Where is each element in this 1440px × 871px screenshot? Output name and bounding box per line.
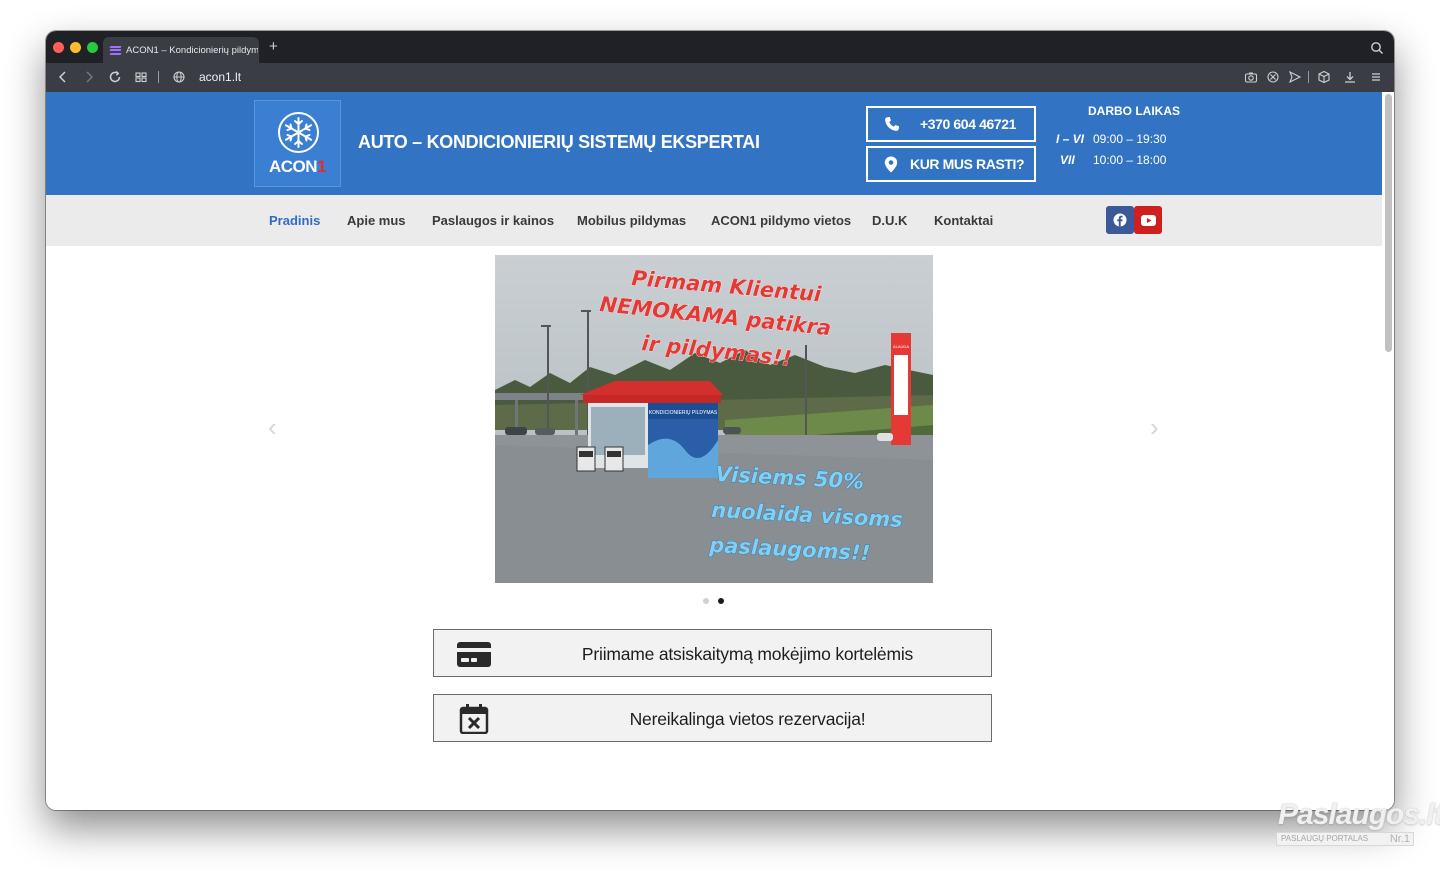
slider-prev-arrow-icon[interactable]: ‹ [268, 412, 277, 443]
hours-time: 10:00 – 18:00 [1093, 153, 1167, 167]
slider-dot[interactable] [703, 598, 709, 604]
forward-icon[interactable] [82, 70, 96, 84]
youtube-button[interactable] [1134, 206, 1162, 234]
watermark-badge: Nr.1 [1389, 833, 1410, 845]
search-tabs-icon[interactable] [1370, 41, 1384, 55]
browser-tab[interactable]: ACON1 – Kondicionierių pildym [103, 37, 259, 63]
slider-dot-active[interactable] [718, 598, 724, 604]
hours-row: VII 10:00 – 18:00 [1054, 153, 1180, 167]
hours-row: I – VI 09:00 – 19:30 [1054, 132, 1180, 146]
browser-toolbar: acon1.lt [46, 63, 1394, 92]
tab-bar: ACON1 – Kondicionierių pildym + [46, 31, 1394, 63]
facebook-icon [1113, 213, 1127, 227]
kiosk-sign: KONDICIONIERIŲ PILDYMAS [649, 410, 718, 416]
phone-number: +370 604 46721 [920, 116, 1017, 132]
feature-card-payment: Priimame atsiskaitymą mokėjimo kortelėmi… [433, 629, 992, 677]
cube-icon[interactable] [1317, 70, 1331, 84]
nav-item-kontaktai[interactable]: Kontaktai [934, 213, 993, 228]
watermark: Paslaugos.lt PASLAUGŲ PORTALAS Nr.1 [1276, 798, 1440, 848]
web-page: ACON1 AUTO – KONDICIONIERIŲ SISTEMŲ EKSP… [46, 92, 1394, 810]
zoom-window-button[interactable] [87, 42, 98, 53]
block-icon[interactable] [1266, 70, 1280, 84]
close-window-button[interactable] [53, 42, 64, 53]
toolbar-divider-right [1308, 71, 1309, 83]
youtube-icon [1140, 214, 1156, 226]
nav-item-apie-mus[interactable]: Apie mus [347, 213, 406, 228]
feature-text: Priimame atsiskaitymą mokėjimo kortelėmi… [581, 644, 914, 664]
logo-wordmark: ACON1 [255, 157, 340, 177]
reload-icon[interactable] [108, 70, 122, 84]
main-nav: Pradinis Apie mus Paslaugos ir kainos Mo… [46, 195, 1382, 246]
site-favicon-icon [109, 45, 122, 55]
phone-icon [885, 117, 899, 131]
watermark-brand: Paslaugos.lt [1278, 798, 1440, 831]
tab-grid-icon[interactable] [134, 70, 148, 84]
logo-accent: 1 [317, 157, 327, 176]
promo-slide-image: KONDICIONIERIŲ PILDYMAS ALAUDA Pirmam Kl… [495, 255, 933, 583]
menu-icon[interactable] [1369, 70, 1383, 84]
browser-window: ACON1 – Kondicionierių pildym + acon1.lt [46, 31, 1394, 810]
address-bar[interactable]: acon1.lt [199, 70, 241, 84]
hours-time: 09:00 – 19:30 [1093, 132, 1167, 146]
page-scrollbar[interactable] [1385, 94, 1392, 352]
hours-title: DARBO LAIKAS [1088, 104, 1180, 118]
slider-dots [703, 598, 724, 604]
hours-days: VII [1060, 153, 1075, 167]
working-hours: DARBO LAIKAS I – VI 09:00 – 19:30 VII 10… [1054, 104, 1180, 174]
feature-card-reservation: Nereikalinga vietos rezervacija! [433, 694, 992, 742]
watermark-subtitle: PASLAUGŲ PORTALAS Nr.1 [1276, 832, 1414, 846]
site-tagline: AUTO – KONDICIONIERIŲ SISTEMŲ EKSPERTAI [358, 132, 760, 152]
calendar-x-icon [459, 704, 489, 734]
site-header: ACON1 AUTO – KONDICIONIERIŲ SISTEMŲ EKSP… [46, 92, 1382, 195]
facebook-button[interactable] [1106, 206, 1134, 234]
download-icon[interactable] [1343, 70, 1357, 84]
nav-item-mobilus[interactable]: Mobilus pildymas [577, 213, 686, 228]
site-logo[interactable]: ACON1 [254, 100, 341, 187]
snowflake-icon [278, 112, 319, 153]
location-button[interactable]: KUR MUS RASTI? [866, 146, 1036, 182]
nav-item-vietos[interactable]: ACON1 pildymo vietos [711, 213, 851, 228]
minimize-window-button[interactable] [70, 42, 81, 53]
tab-title: ACON1 – Kondicionierių pildym [126, 44, 258, 56]
map-marker-icon [884, 156, 898, 172]
globe-icon [173, 71, 185, 83]
nav-item-duk[interactable]: D.U.K [872, 213, 907, 228]
back-icon[interactable] [56, 70, 70, 84]
new-tab-button[interactable]: + [269, 38, 278, 55]
logo-text: ACON [268, 157, 318, 176]
credit-card-icon [457, 642, 491, 667]
camera-icon[interactable] [1244, 70, 1258, 84]
nav-item-pradinis[interactable]: Pradinis [269, 213, 320, 228]
feature-text: Nereikalinga vietos rezervacija! [629, 709, 866, 729]
station-sign: ALAUDA [893, 344, 909, 349]
nav-item-paslaugos[interactable]: Paslaugos ir kainos [432, 213, 554, 228]
hours-days: I – VI [1056, 132, 1085, 146]
toolbar-divider [158, 71, 159, 83]
location-label: KUR MUS RASTI? [910, 156, 1025, 172]
slider-next-arrow-icon[interactable]: › [1150, 412, 1159, 443]
send-icon[interactable] [1288, 70, 1302, 84]
watermark-subtitle-text: PASLAUGŲ PORTALAS [1281, 834, 1369, 843]
promo-slider: KONDICIONIERIŲ PILDYMAS ALAUDA Pirmam Kl… [495, 255, 933, 583]
phone-button[interactable]: +370 604 46721 [866, 106, 1036, 142]
